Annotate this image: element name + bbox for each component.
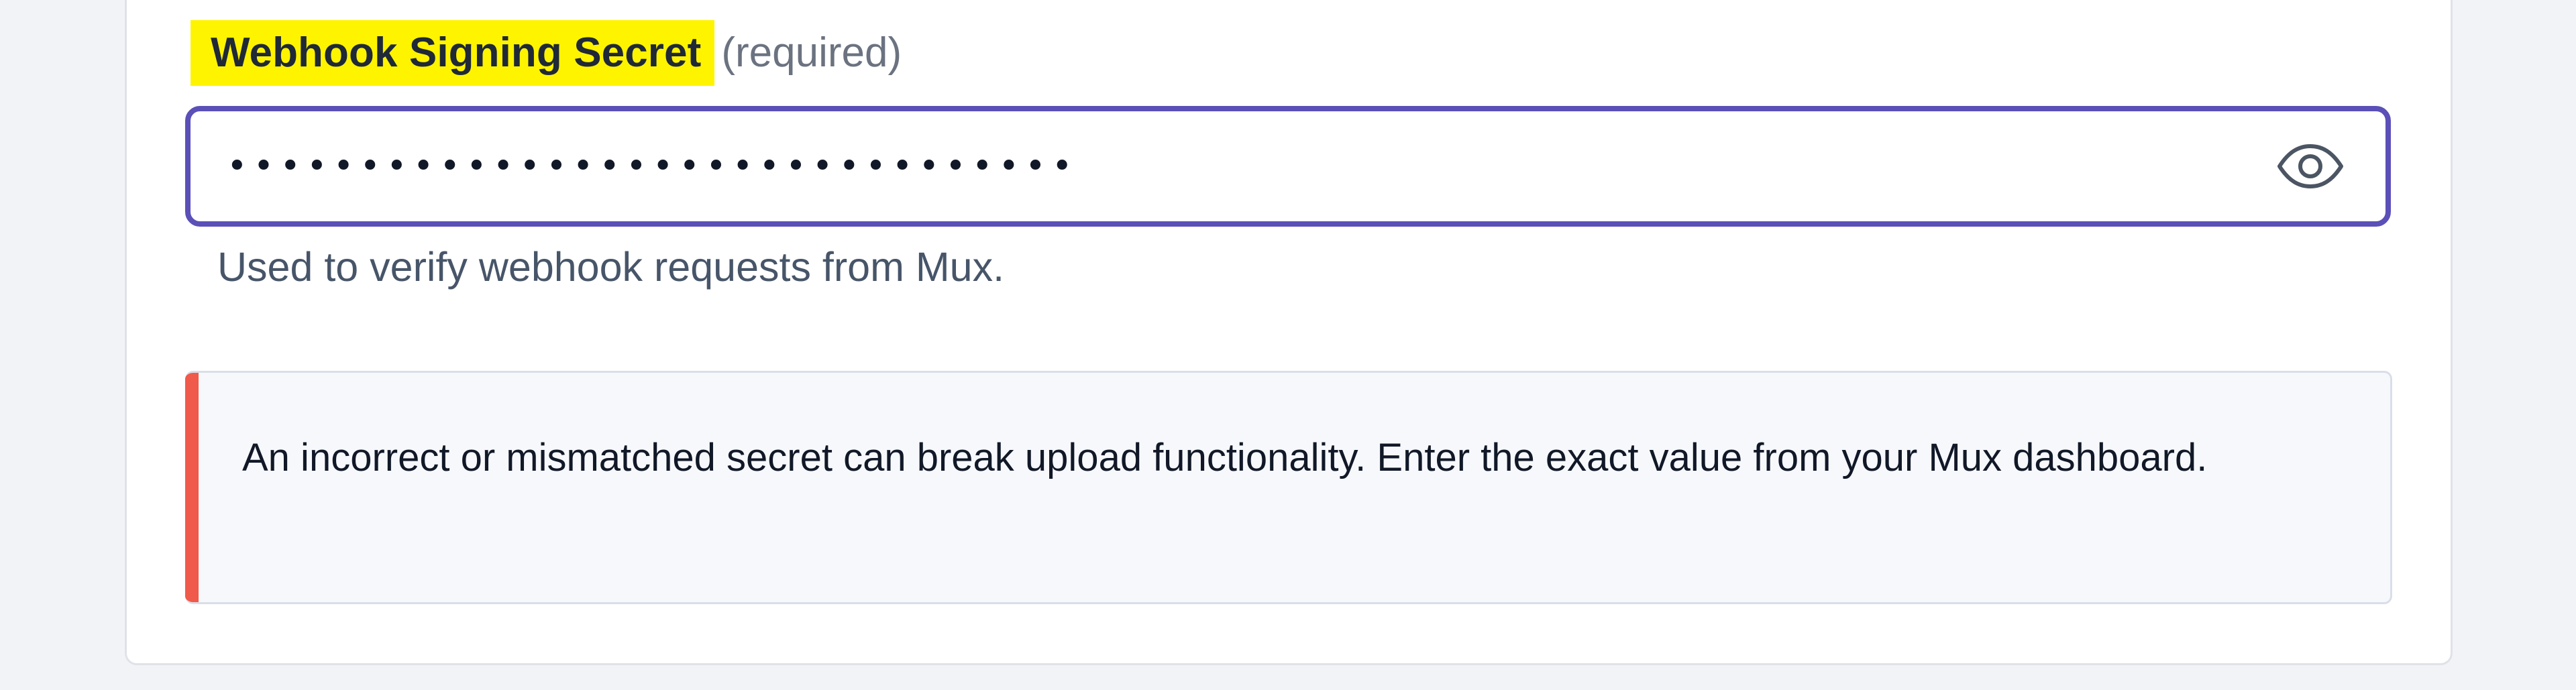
webhook-secret-label: Webhook Signing Secret xyxy=(191,20,715,86)
warning-accent-bar xyxy=(185,373,199,602)
show-secret-button[interactable] xyxy=(2275,142,2345,190)
webhook-secret-label-row: Webhook Signing Secret (required) xyxy=(191,20,902,86)
eye-icon xyxy=(2277,144,2343,188)
warning-message: An incorrect or mismatched secret can br… xyxy=(242,436,2208,479)
warning-callout: An incorrect or mismatched secret can br… xyxy=(185,371,2392,604)
webhook-secret-input-wrapper xyxy=(185,106,2391,227)
webhook-secret-help-text: Used to verify webhook requests from Mux… xyxy=(217,244,1005,290)
settings-page: Webhook Signing Secret (required) Used t… xyxy=(0,0,2576,690)
required-indicator: (required) xyxy=(721,30,902,76)
webhook-secret-input[interactable] xyxy=(227,111,2266,221)
